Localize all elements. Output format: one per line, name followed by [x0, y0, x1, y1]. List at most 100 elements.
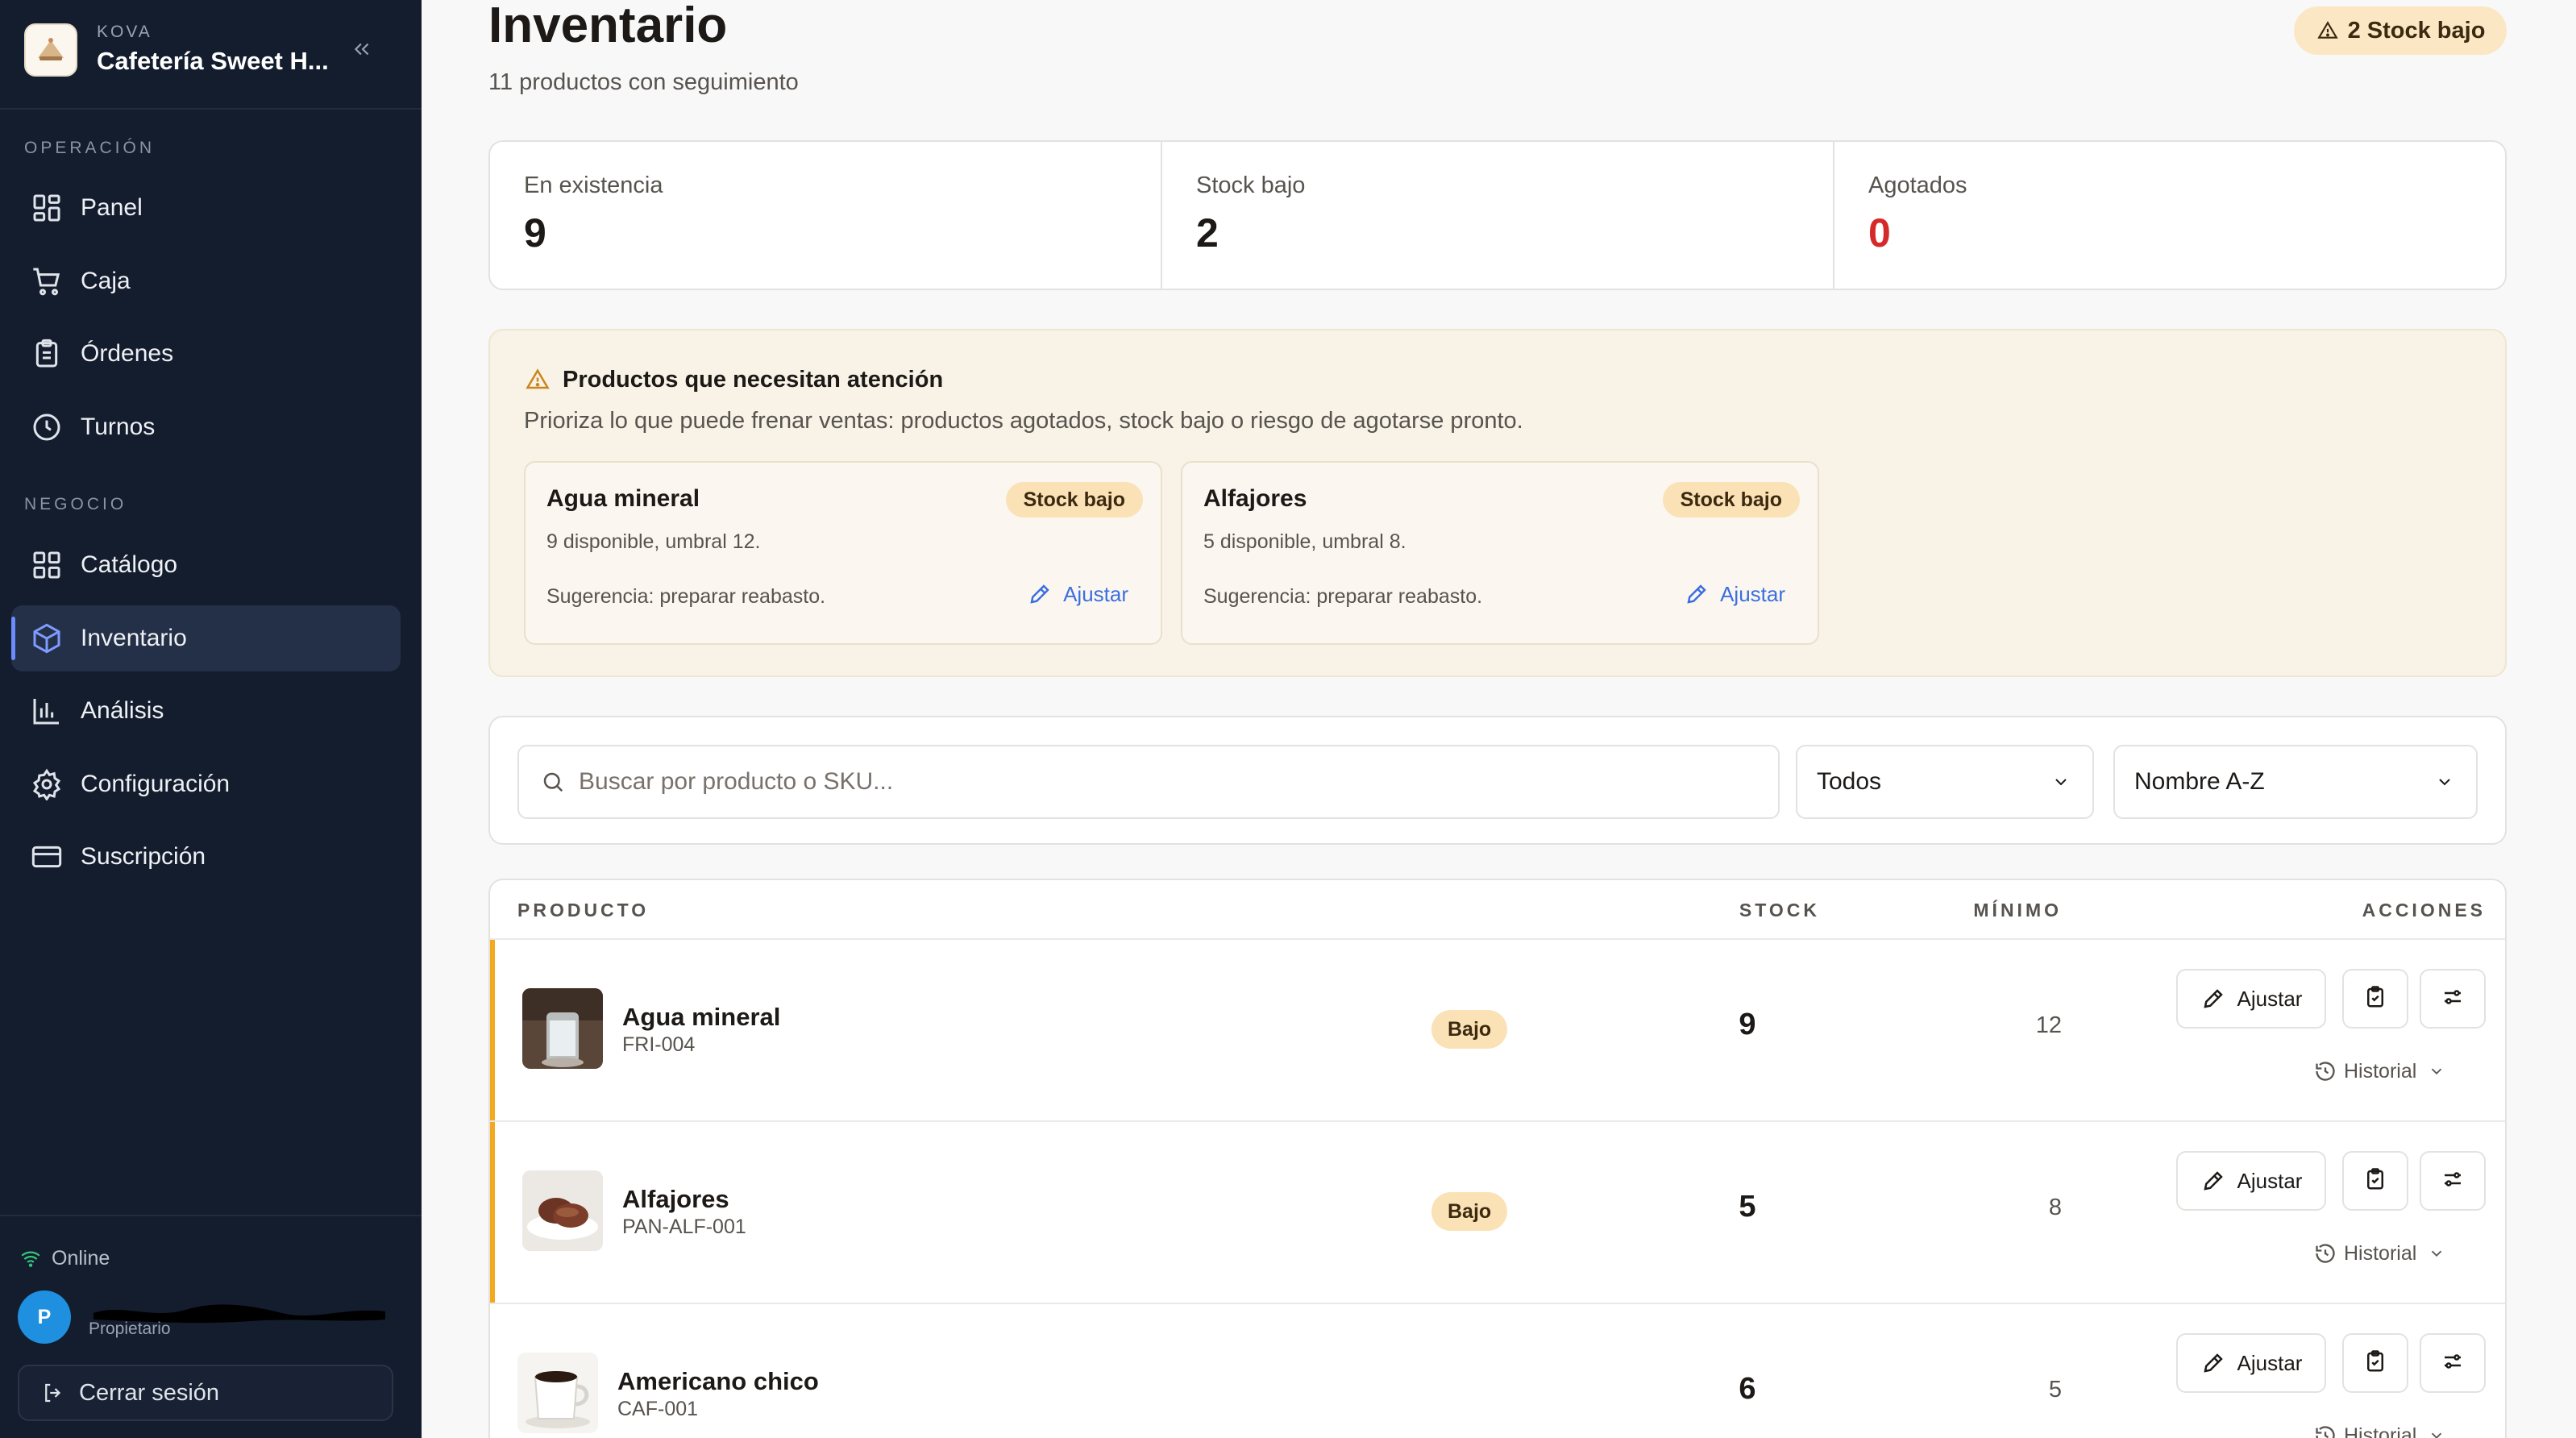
alert-status-badge: Stock bajo	[1005, 482, 1143, 517]
sidebar-item-caja[interactable]: Caja	[11, 248, 401, 314]
grid-icon	[27, 546, 66, 584]
alert-suggestion: Sugerencia: preparar reabasto.	[546, 585, 826, 608]
stock-value: 5	[1739, 1190, 1756, 1224]
product-sku: CAF-001	[617, 1398, 699, 1420]
transfer-button[interactable]	[2420, 1333, 2486, 1393]
sidebar-item-suscripcion[interactable]: Suscripción	[11, 824, 401, 890]
product-image	[522, 1170, 603, 1251]
alert-adjust-label: Ajustar	[1720, 581, 1785, 606]
search-icon	[538, 767, 567, 796]
count-button[interactable]	[2342, 1333, 2408, 1393]
box-icon	[27, 619, 66, 658]
stat-value: 0	[1868, 210, 1891, 256]
business-name[interactable]: Cafetería Sweet H...	[97, 47, 329, 76]
alert-detail: 9 disponible, umbral 12.	[546, 530, 761, 553]
table-row[interactable]: Americano chico CAF-001 6 5 Ajustar Hist…	[490, 1303, 2505, 1438]
dashboard-icon	[27, 189, 66, 227]
alert-detail: 5 disponible, umbral 8.	[1203, 530, 1406, 553]
low-stock-badge[interactable]: 2 Stock bajo	[2294, 6, 2507, 55]
column-header-product[interactable]: PRODUCTO	[517, 900, 649, 921]
inventory-table: PRODUCTO STOCK MÍNIMO ACCIONES Agua mine…	[488, 879, 2507, 1438]
sort-select[interactable]: Nombre A-Z	[2113, 745, 2478, 819]
sidebar-item-configuracion[interactable]: Configuración	[11, 751, 401, 817]
alert-product-name: Alfajores	[1203, 485, 1307, 512]
stat-value: 2	[1196, 210, 1219, 256]
alert-status-badge: Stock bajo	[1662, 482, 1800, 517]
column-header-min[interactable]: MÍNIMO	[1901, 900, 2062, 921]
sidebar-item-label: Suscripción	[81, 843, 206, 870]
clipboard-icon	[27, 335, 66, 373]
sidebar-item-inventario[interactable]: Inventario	[11, 605, 401, 671]
attention-title: Productos que necesitan atención	[524, 366, 943, 393]
minimum-value: 5	[2048, 1377, 2062, 1403]
chevron-down-icon	[2424, 1423, 2449, 1438]
brand-logo	[24, 23, 77, 77]
section-label-operation: OPERACIÓN	[24, 139, 156, 157]
clipboard-check-icon	[2363, 1349, 2387, 1378]
search-input[interactable]: Buscar por producto o SKU...	[517, 745, 1780, 819]
history-icon	[2313, 1059, 2337, 1083]
logout-label: Cerrar sesión	[79, 1379, 220, 1406]
sidebar-item-turnos[interactable]: Turnos	[11, 394, 401, 460]
sort-value: Nombre A-Z	[2134, 768, 2265, 795]
clock-icon	[27, 408, 66, 447]
product-name: Alfajores	[622, 1185, 729, 1213]
stat-label: En existencia	[524, 172, 663, 198]
sliders-icon	[2441, 1349, 2465, 1378]
sidebar-item-label: Caja	[81, 268, 131, 294]
sidebar-item-catalogo[interactable]: Catálogo	[11, 532, 401, 598]
history-toggle[interactable]: Historial	[2313, 1241, 2449, 1266]
sliders-icon	[2441, 1167, 2465, 1195]
brand-kicker: KOVA	[97, 23, 152, 41]
adjust-button[interactable]: Ajustar	[2176, 1151, 2326, 1211]
stat-label: Stock bajo	[1196, 172, 1306, 198]
sidebar-item-label: Configuración	[81, 771, 231, 797]
minimum-value: 8	[2048, 1195, 2062, 1220]
history-label: Historial	[2344, 1059, 2417, 1083]
stat-value: 9	[524, 210, 546, 256]
logout-button[interactable]: Cerrar sesión	[18, 1365, 393, 1421]
adjust-label: Ajustar	[2237, 1350, 2303, 1375]
status-filter-select[interactable]: Todos	[1796, 745, 2094, 819]
product-sku: PAN-ALF-001	[622, 1216, 746, 1238]
pencil-icon	[1683, 580, 1710, 608]
status-filter-value: Todos	[1817, 768, 1882, 795]
status-badge: Bajo	[1431, 1010, 1508, 1049]
history-icon	[2313, 1241, 2337, 1266]
collapse-sidebar-icon[interactable]	[348, 35, 376, 63]
history-toggle[interactable]: Historial	[2313, 1059, 2449, 1083]
count-button[interactable]	[2342, 1151, 2408, 1211]
alert-adjust-button[interactable]: Ajustar	[1026, 580, 1128, 608]
stat-label: Agotados	[1868, 172, 1967, 198]
product-name: Americano chico	[617, 1367, 819, 1395]
filters-bar: Buscar por producto o SKU... Todos Nombr…	[488, 716, 2507, 845]
adjust-button[interactable]: Ajustar	[2176, 1333, 2326, 1393]
sidebar-item-ordenes[interactable]: Órdenes	[11, 321, 401, 387]
status-text: Online	[52, 1246, 110, 1270]
wifi-icon	[18, 1245, 44, 1271]
adjust-button[interactable]: Ajustar	[2176, 969, 2326, 1029]
sidebar-item-label: Catálogo	[81, 551, 178, 578]
sidebar-item-label: Órdenes	[81, 340, 174, 367]
transfer-button[interactable]	[2420, 969, 2486, 1029]
column-header-actions: ACCIONES	[2362, 900, 2486, 921]
attention-panel: Productos que necesitan atención Prioriz…	[488, 329, 2507, 677]
history-toggle[interactable]: Historial	[2313, 1423, 2449, 1438]
table-row[interactable]: Agua mineral FRI-004 Bajo 9 12 Ajustar H…	[490, 938, 2505, 1122]
alert-product-name: Agua mineral	[546, 485, 700, 512]
pencil-icon	[2200, 1168, 2226, 1194]
search-placeholder: Buscar por producto o SKU...	[579, 768, 894, 795]
sidebar-item-analisis[interactable]: Análisis	[11, 678, 401, 744]
alert-card: Agua mineral Stock bajo 9 disponible, um…	[524, 461, 1162, 645]
count-button[interactable]	[2342, 969, 2408, 1029]
chevron-down-icon	[2424, 1059, 2449, 1083]
avatar[interactable]: P	[18, 1290, 71, 1344]
sidebar-item-panel[interactable]: Panel	[11, 175, 401, 241]
column-header-stock[interactable]: STOCK	[1659, 900, 1820, 921]
transfer-button[interactable]	[2420, 1151, 2486, 1211]
alert-adjust-button[interactable]: Ajustar	[1683, 580, 1785, 608]
pencil-icon	[2200, 1350, 2226, 1376]
sidebar-footer: Online P Propietario Cerrar sesión	[0, 1215, 422, 1438]
sidebar-item-label: Panel	[81, 194, 143, 221]
table-row[interactable]: Alfajores PAN-ALF-001 Bajo 5 8 Ajustar H…	[490, 1120, 2505, 1304]
